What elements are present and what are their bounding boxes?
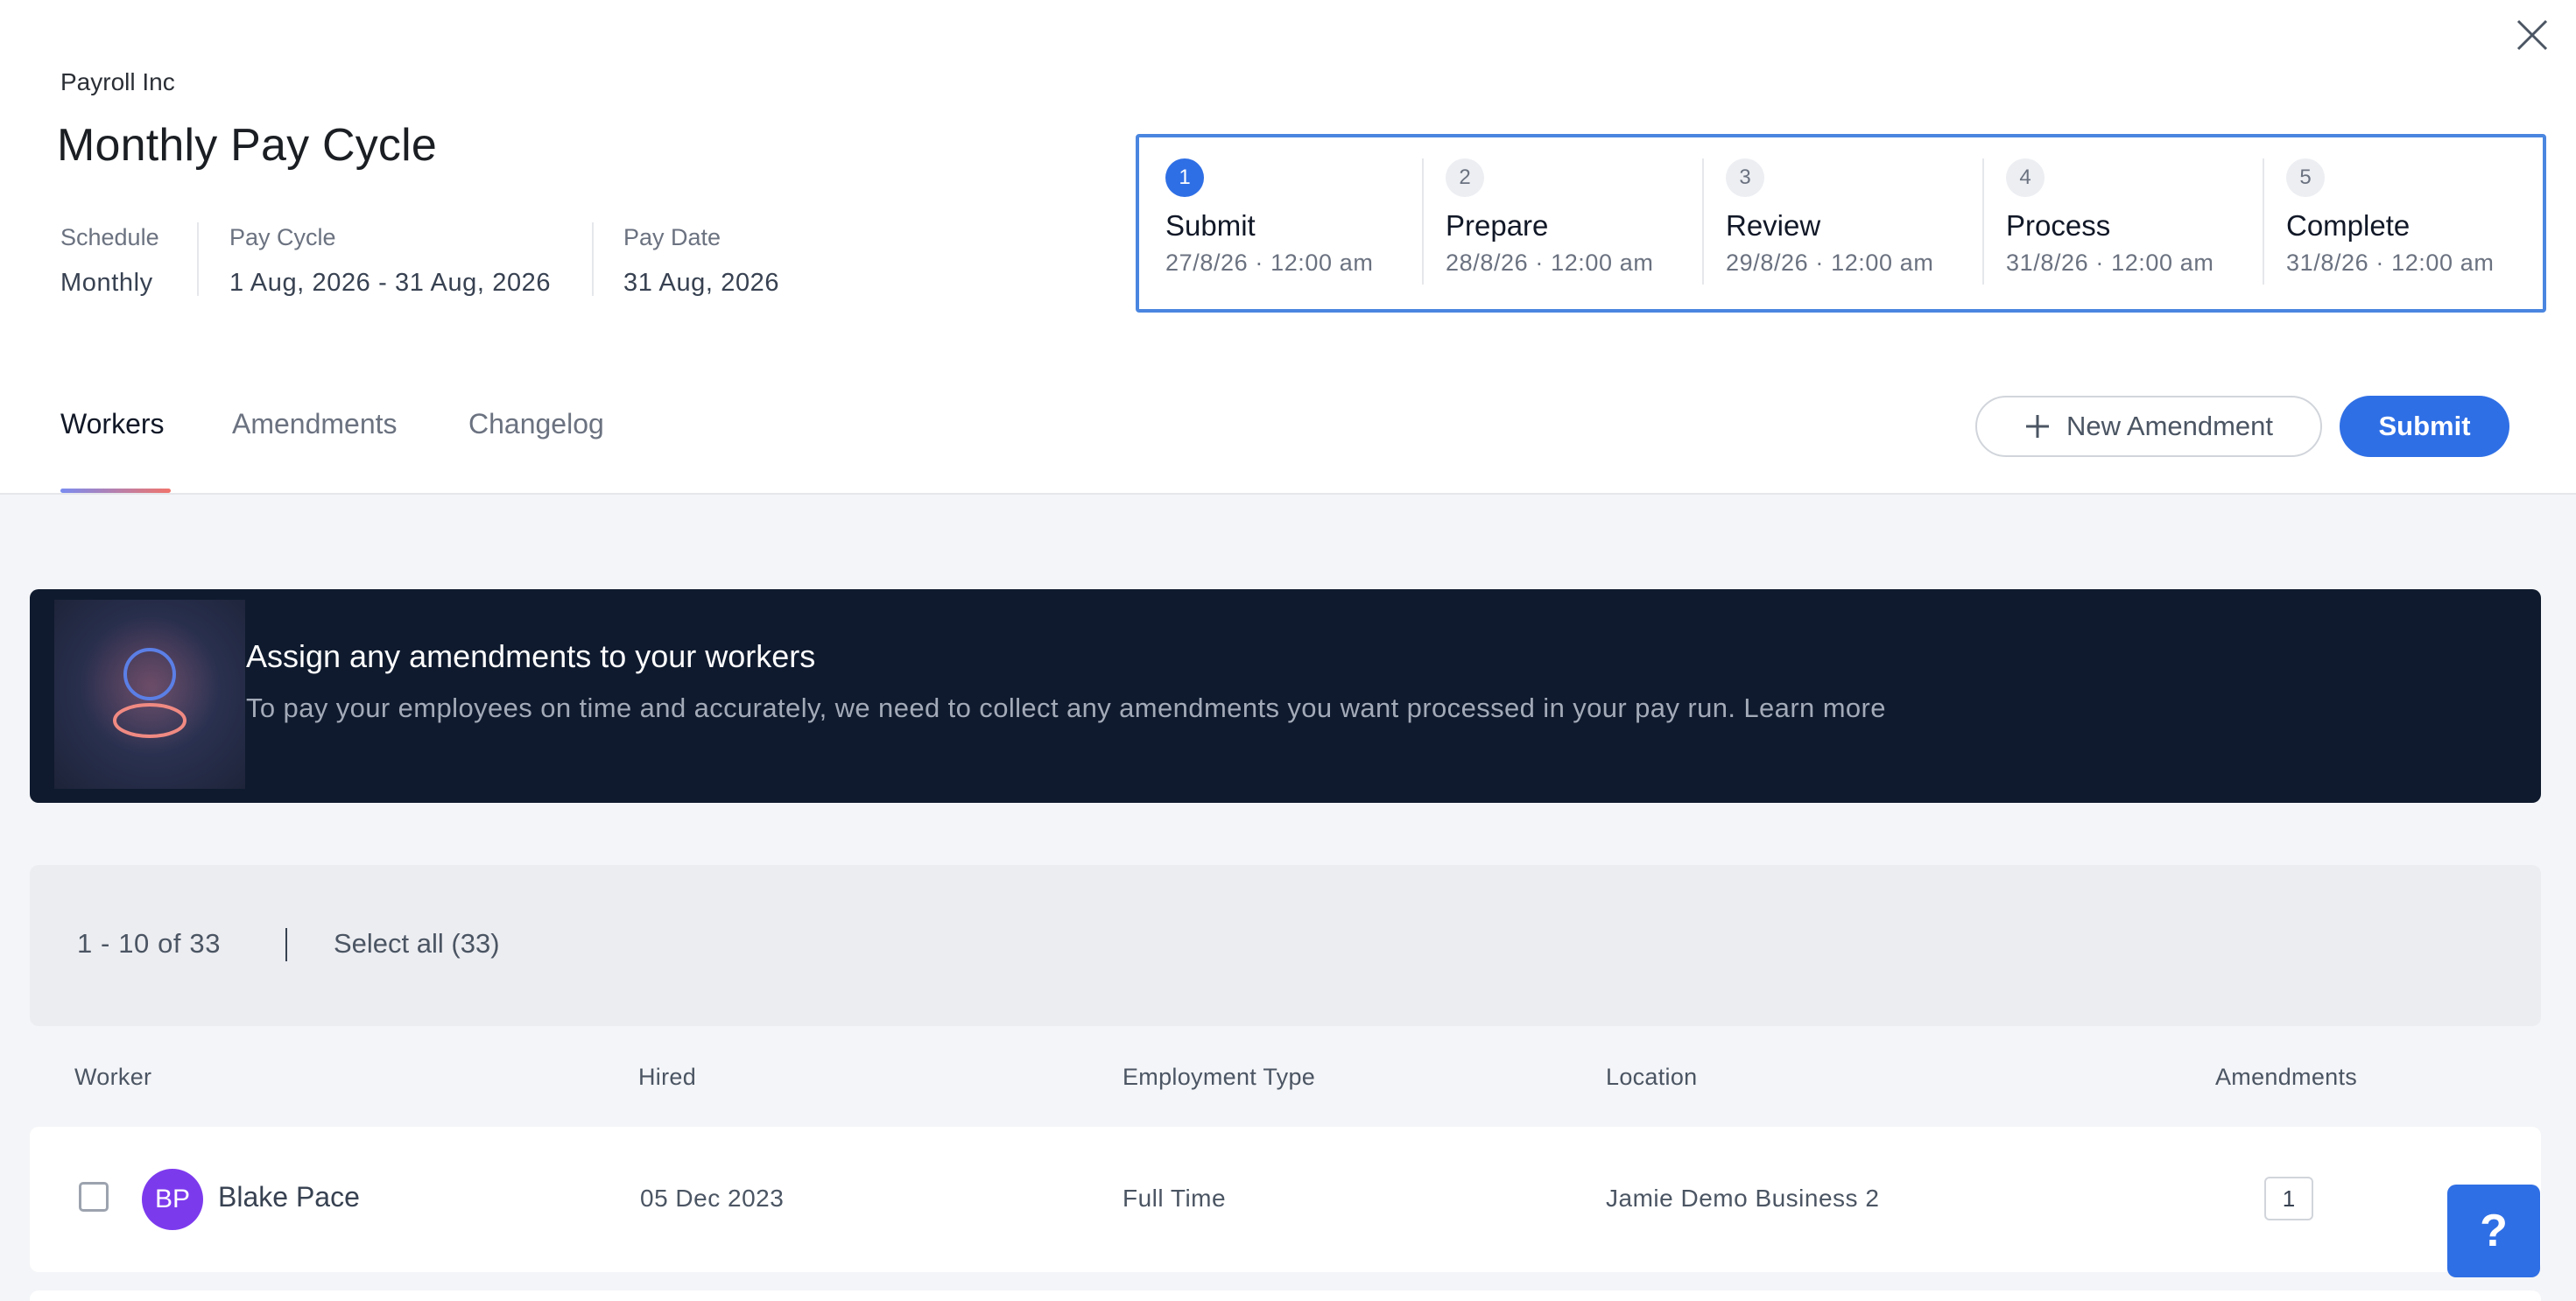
meta-divider	[197, 222, 199, 296]
meta-schedule: Schedule Monthly	[60, 224, 159, 298]
location: Jamie Demo Business 2	[1606, 1185, 1880, 1212]
avatar: BP	[142, 1169, 203, 1230]
person-icon	[80, 617, 220, 757]
new-amendment-label: New Amendment	[2066, 411, 2274, 441]
row-checkbox[interactable]	[79, 1182, 109, 1212]
step-number: 3	[1726, 158, 1764, 197]
select-all-button[interactable]: Select all (33)	[334, 928, 500, 960]
step-divider	[2263, 158, 2264, 285]
step-complete: 5 Complete 31/8/26 · 12:00 am	[2286, 158, 2494, 290]
step-date: 27/8/26 · 12:00 am	[1165, 250, 1374, 276]
step-process: 4 Process 31/8/26 · 12:00 am	[2006, 158, 2214, 290]
new-amendment-button[interactable]: New Amendment	[1975, 396, 2322, 457]
column-header-location[interactable]: Location	[1606, 1064, 1697, 1091]
meta-value: Monthly	[60, 269, 153, 297]
table-row[interactable]	[30, 1290, 2541, 1301]
progress-stepper: 1 Submit 27/8/26 · 12:00 am 2 Prepare 28…	[1136, 134, 2546, 313]
step-name: Review	[1726, 209, 1821, 242]
meta-label: Pay Cycle	[229, 224, 336, 250]
info-banner: Assign any amendments to your workers To…	[30, 589, 2541, 803]
close-button[interactable]	[2509, 12, 2555, 58]
column-header-amendments[interactable]: Amendments	[2215, 1064, 2357, 1091]
step-date: 29/8/26 · 12:00 am	[1726, 250, 1934, 276]
banner-text: To pay your employees on time and accura…	[246, 693, 1886, 723]
meta-label: Schedule	[60, 224, 159, 250]
step-divider	[1982, 158, 1984, 285]
step-prepare: 2 Prepare 28/8/26 · 12:00 am	[1446, 158, 1653, 290]
company-name: Payroll Inc	[60, 68, 175, 95]
worker-name[interactable]: Blake Pace	[218, 1181, 360, 1213]
step-divider	[1702, 158, 1704, 285]
column-header-worker[interactable]: Worker	[74, 1064, 151, 1091]
tab-amendments[interactable]: Amendments	[232, 408, 398, 440]
table-toolbar: 1 - 10 of 33 Select all (33)	[30, 865, 2541, 1026]
tab-changelog[interactable]: Changelog	[468, 408, 604, 440]
plus-icon	[2025, 415, 2049, 438]
column-header-hired[interactable]: Hired	[638, 1064, 696, 1091]
worker-illustration	[54, 600, 245, 789]
page-title: Monthly Pay Cycle	[57, 120, 437, 171]
meta-pay-cycle: Pay Cycle 1 Aug, 2026 - 31 Aug, 2026	[229, 224, 551, 298]
step-review: 3 Review 29/8/26 · 12:00 am	[1726, 158, 1933, 290]
step-name: Process	[2006, 209, 2111, 242]
submit-button[interactable]: Submit	[2340, 396, 2509, 457]
employment-type: Full Time	[1123, 1185, 1227, 1212]
meta-value: 31 Aug, 2026	[623, 269, 780, 297]
step-number: 4	[2006, 158, 2045, 197]
step-number: 2	[1446, 158, 1484, 197]
help-icon: ?	[2480, 1206, 2508, 1256]
column-header-employment-type[interactable]: Employment Type	[1123, 1064, 1315, 1091]
meta-value: 1 Aug, 2026 - 31 Aug, 2026	[229, 269, 552, 297]
amendments-count-badge[interactable]: 1	[2264, 1177, 2313, 1220]
tab-workers[interactable]: Workers	[60, 408, 165, 440]
table-row[interactable]: BP Blake Pace 05 Dec 2023 Full Time Jami…	[30, 1127, 2541, 1272]
step-date: 31/8/26 · 12:00 am	[2286, 250, 2495, 276]
step-number: 5	[2286, 158, 2325, 197]
step-number: 1	[1165, 158, 1204, 197]
step-date: 31/8/26 · 12:00 am	[2006, 250, 2214, 276]
meta-divider	[592, 222, 594, 296]
banner-title: Assign any amendments to your workers	[246, 638, 816, 674]
toolbar-divider	[285, 928, 287, 961]
hired-date: 05 Dec 2023	[640, 1185, 785, 1212]
meta-pay-date: Pay Date 31 Aug, 2026	[623, 224, 779, 298]
help-button[interactable]: ?	[2447, 1185, 2540, 1277]
step-name: Complete	[2286, 209, 2411, 242]
close-icon	[2516, 19, 2548, 51]
meta-label: Pay Date	[623, 224, 721, 250]
step-name: Submit	[1165, 209, 1256, 242]
step-divider	[1422, 158, 1424, 285]
step-name: Prepare	[1446, 209, 1549, 242]
pagination-range: 1 - 10 of 33	[77, 928, 222, 959]
step-date: 28/8/26 · 12:00 am	[1446, 250, 1654, 276]
step-submit: 1 Submit 27/8/26 · 12:00 am	[1165, 158, 1373, 290]
